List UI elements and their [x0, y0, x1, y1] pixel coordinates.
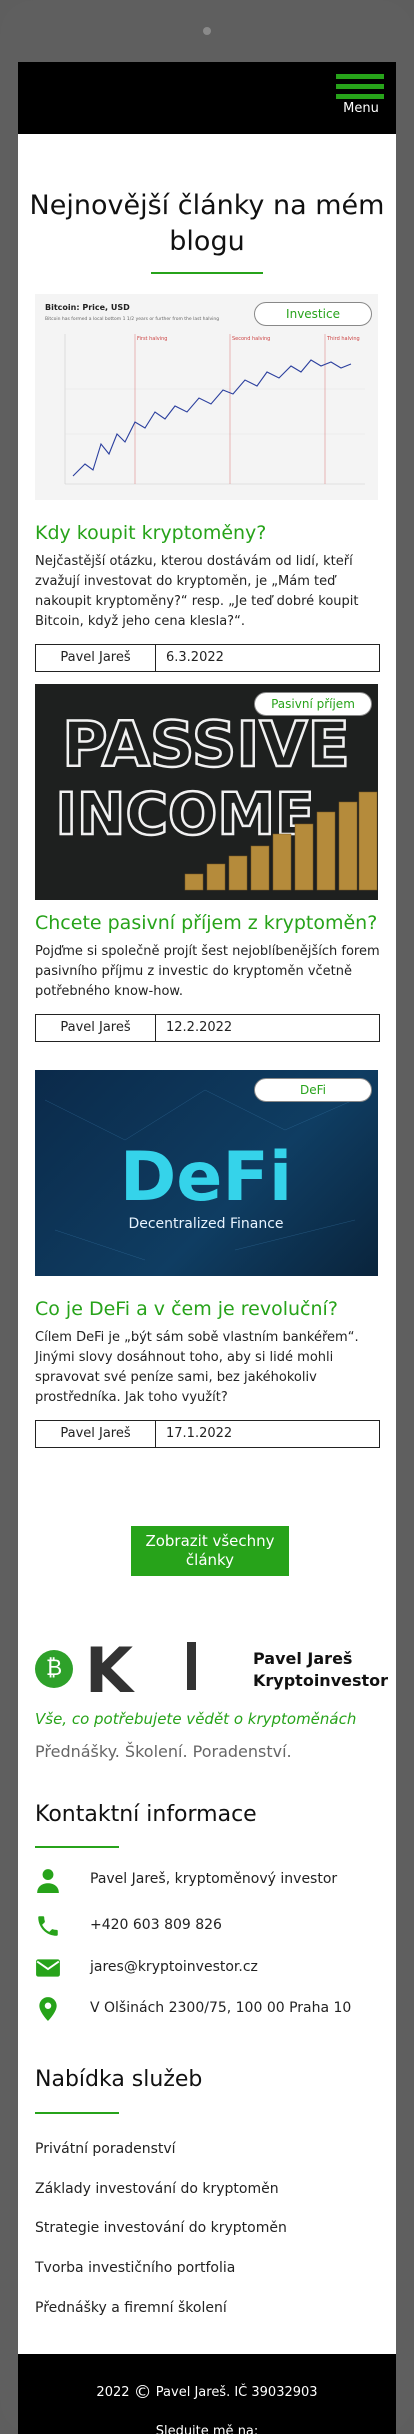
contact-email-text[interactable]: jares@kryptoinvestor.cz [90, 1959, 258, 1975]
contact-person: Pavel Jareš, kryptoměnový investor [35, 1867, 380, 1895]
phone-icon [38, 1916, 58, 1936]
article-card: DeFi Decentralized Finance DeFi Co je De… [35, 1070, 380, 1448]
article-date: 12.2.2022 [166, 1020, 233, 1035]
article-date: 6.3.2022 [166, 650, 224, 665]
article-author: Pavel Jareš [36, 645, 156, 671]
contact-phone-text[interactable]: +420 603 809 826 [90, 1917, 222, 1933]
brand-name-line2: Kryptoinvestor [253, 1671, 389, 1690]
menu-button[interactable]: Menu [336, 74, 386, 124]
passive-word: PASSIVE [62, 708, 350, 781]
article-image-passive-income[interactable]: PASSIVE INCOME Pasivní příjem [35, 684, 378, 900]
footer-copyright: 2022 © Pavel Jareš. IČ 39032903 [18, 2382, 396, 2403]
footer-copyright-text: Pavel Jareš. IČ 39032903 [155, 2385, 318, 2400]
services-divider [35, 2112, 119, 2114]
services-section-title: Nabídka služeb [35, 2067, 203, 2092]
brand-name-line1: Pavel Jareš [253, 1649, 353, 1668]
title-divider [151, 272, 263, 274]
copyright-icon: © [133, 2382, 152, 2403]
contact-section-title: Kontaktní informace [35, 1802, 257, 1827]
article-image-bitcoin-chart[interactable]: Bitcoin: Price, USD Bitcoin has formed a… [35, 294, 378, 500]
brand-tagline: Vše, co potřebujete vědět o kryptoměnách [35, 1710, 357, 1728]
service-link[interactable]: Privátní poradenství [35, 2141, 176, 2157]
article-meta: Pavel Jareš 12.2.2022 [35, 1014, 380, 1042]
chart-image-subtitle: Bitcoin has formed a local bottom 1 1/2 … [45, 316, 219, 322]
service-link[interactable]: Přednášky a firemní školení [35, 2300, 227, 2316]
article-excerpt: Pojďme si společně projít šest nejoblíbe… [35, 944, 380, 999]
blog-section-title: Nejnovější články na mém blogu [29, 190, 385, 257]
service-link[interactable]: Základy investování do kryptoměn [35, 2181, 279, 2197]
article-meta: Pavel Jareš 17.1.2022 [35, 1420, 380, 1448]
article-card: Bitcoin: Price, USD Bitcoin has formed a… [35, 294, 380, 672]
camera-dot [203, 27, 211, 35]
contact-person-text: Pavel Jareš, kryptoměnový investor [90, 1871, 338, 1887]
article-excerpt: Cílem DeFi je „být sám sobě vlastním ban… [35, 1330, 359, 1405]
menu-label: Menu [343, 101, 379, 116]
article-title[interactable]: Kdy koupit kryptoměny? [35, 522, 380, 544]
logo-letter: K [85, 1634, 133, 1707]
show-all-articles-button[interactable]: Zobrazit všechny články [131, 1526, 289, 1576]
category-badge[interactable]: Investice [254, 302, 372, 326]
person-icon [37, 1869, 59, 1893]
category-badge[interactable]: Pasivní příjem [254, 692, 372, 716]
article-meta: Pavel Jareš 6.3.2022 [35, 644, 380, 672]
top-bar: Menu [18, 62, 396, 134]
defi-big-text: DeFi [120, 1138, 292, 1217]
contact-email[interactable]: jares@kryptoinvestor.cz [35, 1955, 380, 1983]
device-frame: Menu Nejnovější články na mém blogu Bitc… [0, 0, 414, 2434]
chart-image-title: Bitcoin: Price, USD [45, 303, 130, 312]
halving-label: Second halving [232, 336, 270, 342]
footer-year: 2022 [96, 2385, 130, 2400]
bitcoin-icon: ₿ [35, 1650, 73, 1688]
hamburger-icon-bar [336, 84, 384, 89]
footer: 2022 © Pavel Jareš. IČ 39032903 Sledujte… [18, 2354, 396, 2434]
halving-label: Third halving [326, 336, 360, 342]
service-link[interactable]: Tvorba investičního portfolia [35, 2260, 235, 2276]
category-badge[interactable]: DeFi [254, 1078, 372, 1102]
defi-small-text: Decentralized Finance [128, 1216, 283, 1232]
article-title[interactable]: Chcete pasivní příjem z kryptoměn? [35, 912, 380, 934]
brand-name: Pavel Jareš Kryptoinvestor [253, 1648, 388, 1692]
contact-address-text: V Olšinách 2300/75, 100 00 Praha 10 [90, 2000, 352, 2016]
hamburger-icon [336, 74, 384, 79]
article-author: Pavel Jareš [36, 1015, 156, 1041]
service-link[interactable]: Strategie investování do kryptoměn [35, 2220, 287, 2236]
article-date: 17.1.2022 [166, 1426, 233, 1441]
article-card: PASSIVE INCOME Pasivní příjem Chcete pas… [35, 684, 380, 1042]
article-excerpt: Nejčastější otázku, kterou dostávám od l… [35, 554, 359, 629]
email-icon [36, 1959, 60, 1977]
article-image-defi[interactable]: DeFi Decentralized Finance DeFi [35, 1070, 378, 1276]
hamburger-icon-bar [336, 94, 384, 99]
contact-divider [35, 1846, 119, 1848]
brand-subtagline: Přednášky. Školení. Poradenství. [35, 1742, 292, 1761]
contact-phone[interactable]: +420 603 809 826 [35, 1913, 380, 1941]
article-author: Pavel Jareš [36, 1421, 156, 1447]
halving-label: First halving [137, 336, 167, 342]
brand-logo[interactable]: ₿ K Pavel Jareš Kryptoinvestor [35, 1634, 388, 1708]
screen: Menu Nejnovější články na mém blogu Bitc… [18, 62, 396, 2434]
location-pin-icon [39, 1997, 57, 2021]
contact-address: V Olšinách 2300/75, 100 00 Praha 10 [35, 1996, 380, 2024]
logo-bar [187, 1642, 196, 1690]
passive-income-illustration: PASSIVE INCOME [35, 684, 378, 900]
article-title[interactable]: Co je DeFi a v čem je revoluční? [35, 1298, 380, 1320]
footer-follow-text: Sledujte mě na: [155, 2424, 259, 2434]
